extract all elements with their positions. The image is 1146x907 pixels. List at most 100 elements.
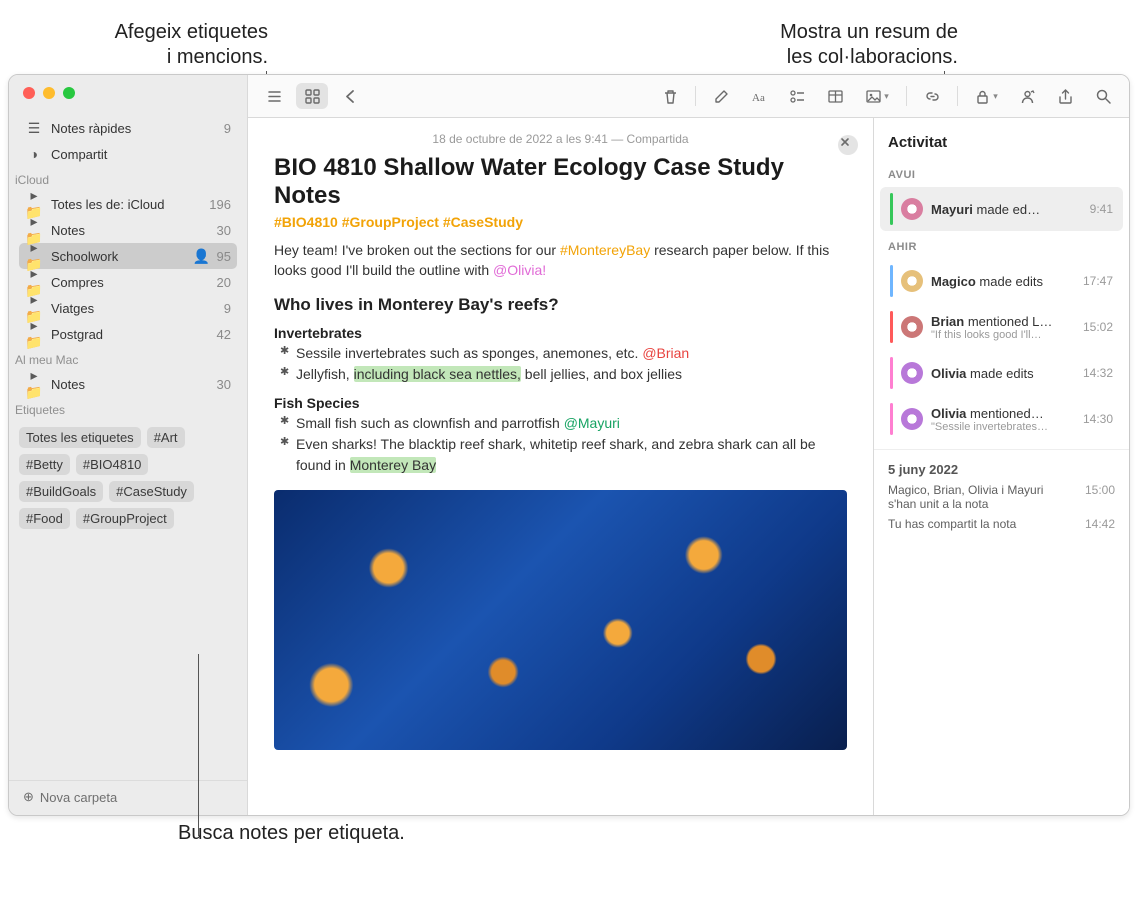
sidebar-shared[interactable]: ◑ Compartit (19, 141, 237, 167)
activity-section-head: AHIR (874, 233, 1129, 257)
activity-item[interactable]: Magico made edits 17:47 (880, 259, 1123, 303)
note-subheading: Fish Species (274, 395, 847, 411)
close-activity-button[interactable] (838, 135, 858, 155)
sidebar-item[interactable]: ▸ 📁Schoolwork👤95 (19, 243, 237, 269)
note-subheading: Invertebrates (274, 325, 847, 341)
sidebar-tag[interactable]: #BIO4810 (76, 454, 149, 475)
activity-time: 14:32 (1083, 366, 1113, 380)
trash-icon (662, 88, 679, 105)
callout-collab-summary: Mostra un resum de les col·laboracions. (698, 20, 958, 70)
sidebar-quick-notes[interactable]: ☰ Notes ràpides 9 (19, 115, 237, 141)
photo-icon (865, 88, 882, 105)
sidebar-item-label: Compres (51, 275, 209, 290)
avatar (901, 316, 923, 338)
checklist-button[interactable] (781, 83, 813, 109)
sidebar-item[interactable]: ▸ 📁Compres20 (19, 269, 237, 295)
sidebar-item[interactable]: ▸ 📁Notes30 (19, 217, 237, 243)
sidebar-item[interactable]: ▸ 📁Totes les de: iCloud196 (19, 191, 237, 217)
activity-color-bar (890, 357, 893, 389)
mention[interactable]: @Mayuri (564, 415, 620, 431)
activity-panel: Activitat AVUIMayuri made ed…9:41AHIRMag… (873, 118, 1129, 815)
close-window[interactable] (23, 87, 35, 99)
view-grid-button[interactable] (296, 83, 328, 109)
mention[interactable]: @Olivia! (493, 262, 546, 278)
sidebar-item[interactable]: ▸ 📁Notes30 (19, 371, 237, 397)
sidebar-tag[interactable]: Totes les etiquetes (19, 427, 141, 448)
activity-title: Activitat (874, 118, 1129, 161)
activity-log-time: 14:42 (1085, 517, 1115, 531)
list-item: Small fish such as clownfish and parrotf… (274, 413, 847, 434)
minimize-window[interactable] (43, 87, 55, 99)
sidebar-item-label: Schoolwork (51, 249, 185, 264)
note-editor[interactable]: 18 de octubre de 2022 a les 9:41 — Compa… (248, 118, 873, 815)
table-icon (827, 88, 844, 105)
activity-time: 14:30 (1083, 412, 1113, 426)
sidebar: ☰ Notes ràpides 9 ◑ Compartit iCloud ▸ 📁… (9, 75, 248, 815)
collaborate-button[interactable] (1011, 83, 1043, 109)
view-list-button[interactable] (258, 83, 290, 109)
sidebar-tag[interactable]: #BuildGoals (19, 481, 103, 502)
activity-log-time: 15:00 (1085, 483, 1115, 511)
sidebar-tag[interactable]: #GroupProject (76, 508, 174, 529)
back-button[interactable] (334, 83, 366, 109)
compose-button[interactable] (705, 83, 737, 109)
activity-color-bar (890, 193, 893, 225)
folder-icon: ▸ 📁 (25, 367, 43, 401)
activity-time: 17:47 (1083, 274, 1113, 288)
note-meta: 18 de octubre de 2022 a les 9:41 — Compa… (274, 132, 847, 146)
list-item: Sessile invertebrates such as sponges, a… (274, 343, 847, 364)
sidebar-tag[interactable]: #Art (147, 427, 185, 448)
share-button[interactable] (1049, 83, 1081, 109)
avatar (901, 362, 923, 384)
share-icon (1057, 88, 1074, 105)
list-icon (266, 88, 283, 105)
list-item: Jellyfish, including black sea nettles, … (274, 364, 847, 385)
sidebar-heading-icloud: iCloud (9, 167, 247, 191)
activity-item[interactable]: Mayuri made ed…9:41 (880, 187, 1123, 231)
hashtag[interactable]: #MontereyBay (560, 242, 650, 258)
sidebar-tag[interactable]: #Betty (19, 454, 70, 475)
format-button[interactable]: Aa (743, 83, 775, 109)
app-window: ☰ Notes ràpides 9 ◑ Compartit iCloud ▸ 📁… (8, 74, 1130, 816)
activity-text: Magico made edits (931, 274, 1075, 289)
window-controls (9, 75, 247, 115)
sidebar-item-count: 30 (217, 377, 231, 392)
sidebar-item-count: 30 (217, 223, 231, 238)
sidebar-tag[interactable]: #Food (19, 508, 70, 529)
activity-log-row: Tu has compartit la nota 14:42 (888, 517, 1115, 531)
delete-button[interactable] (654, 83, 686, 109)
sidebar-item-label: Compartit (51, 147, 231, 162)
mention[interactable]: @Brian (642, 345, 689, 361)
sidebar-item-count: 42 (217, 327, 231, 342)
sidebar-heading-tags: Etiquetes (9, 397, 247, 421)
note-tags-line: #BIO4810 #GroupProject #CaseStudy (274, 214, 847, 230)
activity-item[interactable]: Olivia made edits14:32 (880, 351, 1123, 395)
activity-log-text: Tu has compartit la nota (888, 517, 1016, 531)
link-button[interactable] (916, 83, 948, 109)
activity-item[interactable]: Brian mentioned L…"If this looks good I'… (880, 305, 1123, 349)
chevron-left-icon (342, 88, 359, 105)
sidebar-item-label: Notes (51, 223, 209, 238)
sidebar-item-label: Notes ràpides (51, 121, 216, 136)
shared-indicator-icon: 👤 (193, 248, 209, 265)
callout-add-tags: Afegeix etiquetes i mencions. (78, 20, 268, 70)
media-button[interactable]: ▾ (857, 83, 897, 109)
activity-color-bar (890, 311, 893, 343)
sidebar-item[interactable]: ▸ 📁Viatges9 (19, 295, 237, 321)
lock-button[interactable]: ▾ (967, 83, 1005, 109)
table-button[interactable] (819, 83, 851, 109)
sidebar-tags: Totes les etiquetes #Art #Betty #BIO4810 #Bu… (9, 421, 247, 535)
sidebar-tag[interactable]: #CaseStudy (109, 481, 194, 502)
activity-log-text: Magico, Brian, Olivia i Mayuri s'han uni… (888, 483, 1075, 511)
note-image[interactable] (274, 490, 847, 750)
sidebar-item[interactable]: ▸ 📁Postgrad42 (19, 321, 237, 347)
activity-item[interactable]: Olivia mentioned…"Sessile invertebrates…… (880, 397, 1123, 441)
activity-color-bar (890, 265, 893, 297)
new-folder-button[interactable]: ⊕ Nova carpeta (9, 780, 247, 815)
maximize-window[interactable] (63, 87, 75, 99)
note-paragraph: Hey team! I've broken out the sections f… (274, 240, 847, 281)
sidebar-item-count: 95 (217, 249, 231, 264)
search-button[interactable] (1087, 83, 1119, 109)
activity-section-head: AVUI (874, 161, 1129, 185)
sidebar-item-count: 9 (224, 121, 231, 136)
